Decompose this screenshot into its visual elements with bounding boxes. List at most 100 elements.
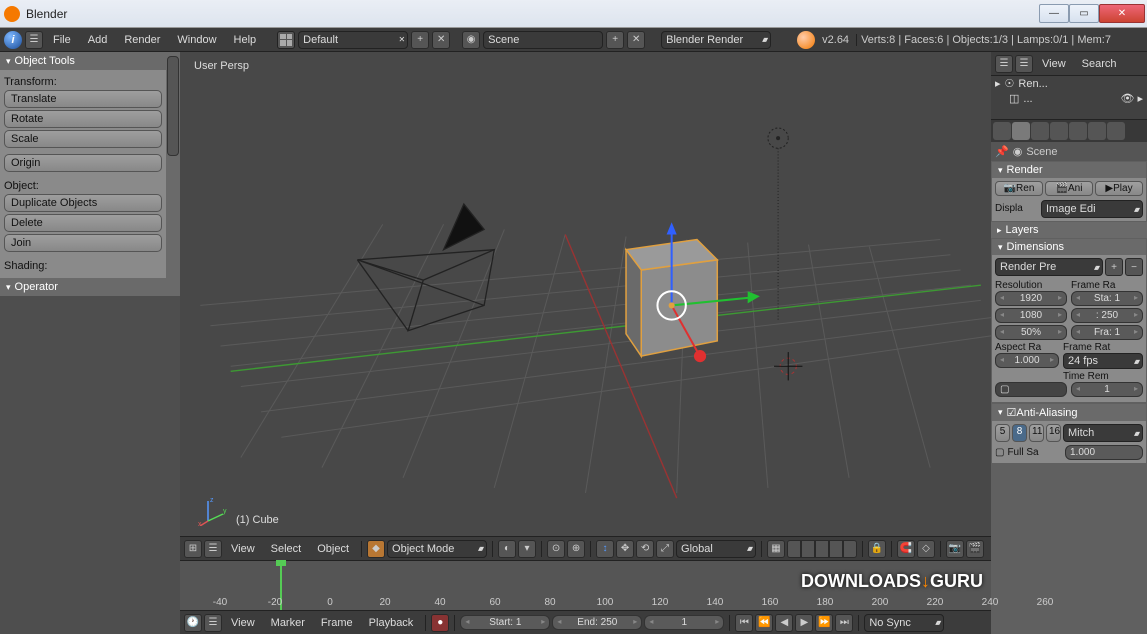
start-frame-field[interactable]: ◂Start: 1▸: [460, 615, 550, 630]
outliner-row[interactable]: ▸☉Ren...: [991, 76, 1147, 91]
jump-start-icon[interactable]: ⏮: [735, 614, 753, 632]
keyframe-next-icon[interactable]: ⏩: [815, 614, 833, 632]
timeline-editor-icon[interactable]: 🕐: [184, 614, 202, 632]
origin-button[interactable]: Origin: [4, 154, 162, 172]
manipulator-icon[interactable]: ↕: [596, 540, 614, 558]
aa-16-button[interactable]: 16: [1046, 424, 1061, 442]
editor-type-icon[interactable]: ⊞: [184, 540, 202, 558]
scale-button[interactable]: Scale: [4, 130, 162, 148]
menu-help[interactable]: Help: [227, 34, 264, 46]
checkbox-icon[interactable]: ☑: [1007, 406, 1017, 419]
menu-add[interactable]: Add: [81, 34, 115, 46]
object-menu[interactable]: Object: [310, 543, 356, 555]
play-reverse-icon[interactable]: ◀: [775, 614, 793, 632]
res-pct-field[interactable]: ◂50%▸: [995, 325, 1067, 340]
checkbox-icon[interactable]: ▢: [995, 447, 1004, 458]
timerem-field[interactable]: ◂1▸: [1071, 382, 1143, 397]
mode-dropdown[interactable]: Object Mode▴▾: [387, 540, 487, 558]
preset-remove-button[interactable]: −: [1125, 258, 1143, 276]
res-y-field[interactable]: ◂1080▸: [995, 308, 1067, 323]
timeline-view-menu[interactable]: View: [224, 617, 262, 629]
preset-dropdown[interactable]: Render Pre▴▾: [995, 258, 1103, 276]
render-image-button[interactable]: 📷Ren: [995, 181, 1043, 196]
lock-camera-icon[interactable]: 🔒: [868, 540, 886, 558]
scene-dropdown[interactable]: Scene: [483, 31, 603, 49]
select-menu[interactable]: Select: [264, 543, 309, 555]
mode-icon[interactable]: ◆: [367, 540, 385, 558]
shading-icon[interactable]: ◐: [498, 540, 516, 558]
prop-tab-data[interactable]: [1107, 122, 1125, 140]
render-play-button[interactable]: ▶Play: [1095, 181, 1143, 196]
shading-arrow-icon[interactable]: ▾: [518, 540, 536, 558]
play-icon[interactable]: ▶: [795, 614, 813, 632]
pin-icon[interactable]: 📌: [995, 145, 1009, 158]
render-preview-icon[interactable]: 📷: [946, 540, 964, 558]
aa-5-button[interactable]: 5: [995, 424, 1010, 442]
res-x-field[interactable]: ◂1920▸: [995, 291, 1067, 306]
layer-button[interactable]: [787, 540, 801, 558]
outliner-row[interactable]: ◫...👁 ▸: [991, 91, 1147, 106]
auto-key-icon[interactable]: ●: [431, 614, 449, 632]
scene-icon[interactable]: ◉: [462, 31, 480, 49]
outliner-editor-icon[interactable]: ☰: [995, 55, 1013, 73]
layer-button[interactable]: [801, 540, 815, 558]
fps-dropdown[interactable]: 24 fps▴▾: [1063, 353, 1143, 369]
render-engine-dropdown[interactable]: Blender Render▴▾: [661, 31, 771, 49]
dimensions-panel-header[interactable]: Dimensions: [992, 239, 1146, 255]
layers-panel-header[interactable]: Layers: [991, 222, 1147, 238]
add-scene-button[interactable]: +: [606, 31, 624, 49]
collapse-menu-icon[interactable]: ☰: [1015, 55, 1033, 73]
aa-panel-header[interactable]: ☑ Anti-Aliasing: [992, 404, 1146, 421]
border-toggle[interactable]: ▢: [995, 382, 1067, 397]
frame-start-field[interactable]: ◂Sta: 1▸: [1071, 291, 1143, 306]
orientation-dropdown[interactable]: Global▴▾: [676, 540, 756, 558]
aa-11-button[interactable]: 11: [1029, 424, 1044, 442]
toolshelf-scrollbar[interactable]: [166, 52, 180, 296]
render-anim-icon[interactable]: 🎬: [966, 540, 984, 558]
outliner[interactable]: ▸☉Ren... ◫...👁 ▸: [991, 76, 1147, 120]
prop-tab-constraints[interactable]: [1069, 122, 1087, 140]
operator-header[interactable]: ▾Operator: [0, 278, 166, 296]
menu-window[interactable]: Window: [170, 34, 223, 46]
collapse-menu-icon[interactable]: ☰: [25, 31, 43, 49]
collapse-menu-icon[interactable]: ☰: [204, 540, 222, 558]
render-panel-header[interactable]: Render: [992, 162, 1146, 178]
object-tools-header[interactable]: ▾Object Tools: [0, 52, 166, 70]
prop-tab-render[interactable]: [993, 122, 1011, 140]
aa-8-button[interactable]: 8: [1012, 424, 1027, 442]
outliner-search-menu[interactable]: Search: [1075, 58, 1124, 70]
translate-button[interactable]: Translate: [4, 90, 162, 108]
current-frame-field[interactable]: ◂1▸: [644, 615, 724, 630]
close-button[interactable]: ✕: [1099, 4, 1145, 23]
prop-tab-object[interactable]: [1050, 122, 1068, 140]
snap-type-icon[interactable]: ◇: [917, 540, 935, 558]
delete-button[interactable]: Delete: [4, 214, 162, 232]
prop-tab-modifiers[interactable]: [1088, 122, 1106, 140]
screen-layout-icon[interactable]: [277, 31, 295, 49]
manip-scale-icon[interactable]: ⤢: [656, 540, 674, 558]
layer-button[interactable]: [815, 540, 829, 558]
minimize-button[interactable]: ―: [1039, 4, 1069, 23]
preset-add-button[interactable]: +: [1105, 258, 1123, 276]
rotate-button[interactable]: Rotate: [4, 110, 162, 128]
layer-button[interactable]: [843, 540, 857, 558]
delete-screen-button[interactable]: ✕: [432, 31, 450, 49]
timeline-frame-menu[interactable]: Frame: [314, 617, 360, 629]
aspect-x-field[interactable]: ◂1.000▸: [995, 353, 1059, 368]
aa-filter-dropdown[interactable]: Mitch▴▾: [1063, 424, 1143, 442]
sync-dropdown[interactable]: No Sync▴▾: [864, 614, 944, 632]
info-editor-icon[interactable]: i: [4, 31, 22, 49]
join-button[interactable]: Join: [4, 234, 162, 252]
menu-file[interactable]: File: [46, 34, 78, 46]
prop-tab-world[interactable]: [1031, 122, 1049, 140]
end-frame-field[interactable]: ◂End: 250▸: [552, 615, 642, 630]
display-dropdown[interactable]: Image Edi▴▾: [1041, 200, 1143, 218]
add-screen-button[interactable]: +: [411, 31, 429, 49]
timeline-playback-menu[interactable]: Playback: [362, 617, 421, 629]
filter-size-field[interactable]: 1.000: [1065, 445, 1143, 460]
layers-group-icon[interactable]: ▦: [767, 540, 785, 558]
screen-layout-dropdown[interactable]: Default✕: [298, 31, 408, 49]
pivot-2-icon[interactable]: ⊕: [567, 540, 585, 558]
view-menu[interactable]: View: [224, 543, 262, 555]
3d-viewport[interactable]: User Persp: [180, 52, 991, 536]
